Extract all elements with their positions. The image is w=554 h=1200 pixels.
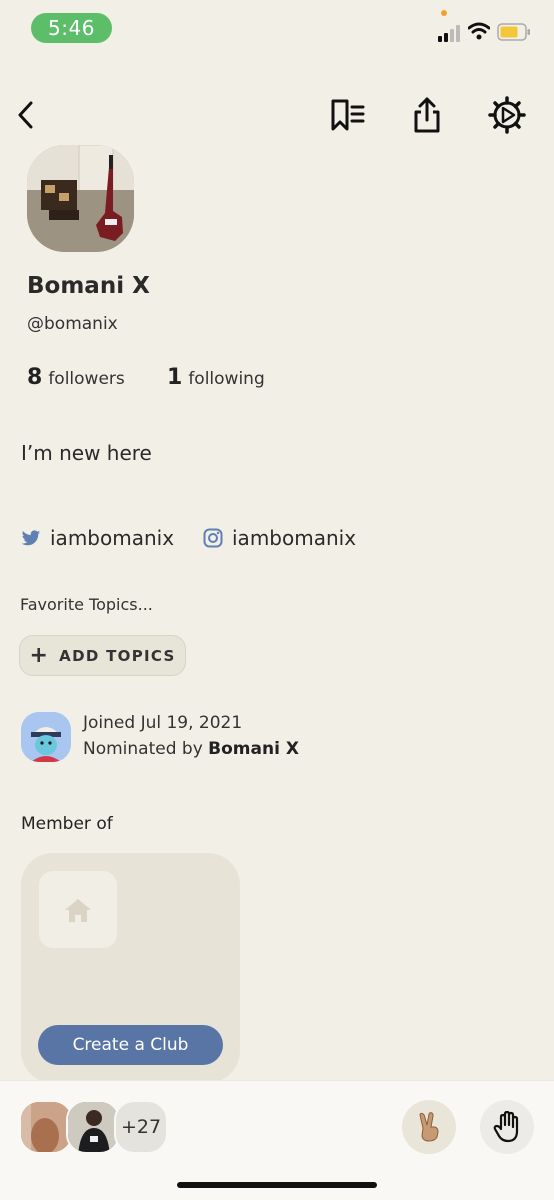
battery-icon (497, 23, 530, 41)
instagram-username: iambomanix (232, 526, 357, 550)
profile-bio: I’m new here (21, 441, 152, 465)
bookmark-list-icon (331, 99, 365, 131)
followers-link[interactable]: 8 followers (27, 365, 125, 390)
peace-button[interactable] (402, 1100, 456, 1154)
settings-button[interactable] (486, 94, 528, 136)
member-of-title: Member of (21, 814, 113, 834)
profile-name: Bomani X (27, 273, 150, 299)
signal-icon (438, 25, 460, 42)
following-link[interactable]: 1 following (167, 365, 265, 390)
share-button[interactable] (408, 94, 446, 136)
profile-screen: 5:46 Bomani X @bomanix 8 followers 1 fol… (0, 0, 554, 1200)
bookmarks-button[interactable] (324, 96, 368, 134)
following-label: following (188, 369, 265, 389)
club-placeholder (39, 871, 117, 948)
nominator-name[interactable]: Bomani X (208, 739, 299, 759)
status-time: 5:46 (31, 13, 112, 43)
privacy-indicator-dot (441, 10, 447, 16)
favorite-topics-title: Favorite Topics... (20, 595, 153, 614)
back-button[interactable] (12, 98, 40, 132)
create-club-button[interactable]: Create a Club (38, 1025, 223, 1065)
raise-hand-button[interactable] (480, 1100, 534, 1154)
instagram-icon (203, 528, 223, 548)
nominated-prefix: Nominated by (83, 739, 203, 759)
raise-hand-icon (493, 1111, 519, 1143)
add-topics-button[interactable]: + ADD TOPICS (19, 635, 186, 676)
home-icon (65, 898, 91, 922)
following-count: 1 (167, 365, 183, 390)
nominator-photo (21, 712, 71, 762)
wifi-icon (468, 22, 490, 40)
twitter-username: iambomanix (50, 526, 175, 550)
room-participant-avatar[interactable] (66, 1100, 120, 1154)
peace-hand-icon (419, 1112, 439, 1142)
nominator-avatar[interactable] (21, 712, 71, 762)
home-indicator[interactable] (177, 1182, 377, 1188)
profile-avatar[interactable] (27, 145, 134, 252)
create-club-card: Create a Club (21, 853, 240, 1083)
settings-gear-icon (488, 96, 526, 134)
instagram-link[interactable]: iambomanix (203, 526, 356, 550)
add-topics-label: ADD TOPICS (59, 646, 176, 665)
participant-photo (68, 1102, 118, 1152)
joined-date: Joined Jul 19, 2021 (83, 713, 243, 733)
room-more-count[interactable]: +27 (114, 1100, 168, 1154)
followers-count: 8 (27, 365, 43, 390)
followers-label: followers (48, 369, 125, 389)
share-icon (414, 97, 440, 133)
room-participant-avatar[interactable] (19, 1100, 73, 1154)
twitter-link[interactable]: iambomanix (21, 526, 174, 550)
back-icon (18, 101, 33, 129)
profile-handle: @bomanix (27, 314, 118, 334)
plus-icon: + (29, 642, 50, 668)
twitter-icon (21, 529, 41, 545)
nominated-by: Nominated by Bomani X (83, 739, 299, 759)
profile-photo (27, 145, 134, 252)
